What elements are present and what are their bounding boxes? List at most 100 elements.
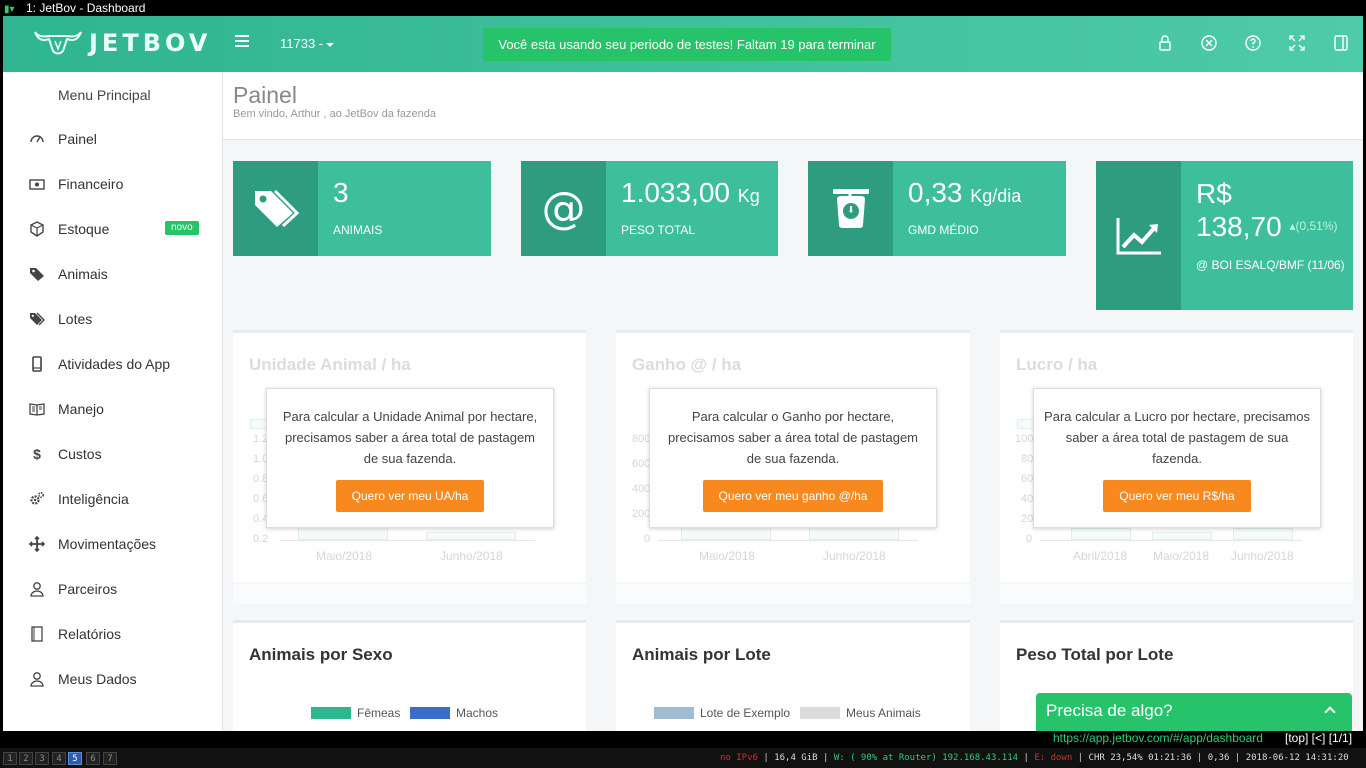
stat-peso-total[interactable]: @ 1.033,00 Kg PESO TOTAL: [521, 161, 778, 256]
legend-item[interactable]: Lote de Exemplo: [654, 706, 790, 720]
sidebar-heading: Menu Principal: [58, 87, 151, 103]
help-chat-widget[interactable]: Precisa de algo?: [1036, 693, 1352, 731]
stat-icon-box: [1096, 161, 1181, 310]
sidebar-item-movimentacoes[interactable]: Movimentações: [3, 521, 222, 566]
lock-icon[interactable]: [1156, 34, 1174, 52]
ghost-tick: 40: [1021, 493, 1034, 505]
stat-value: 1.033,00 Kg: [621, 177, 760, 209]
fullscreen-icon[interactable]: [1288, 34, 1306, 52]
sidebar-item-label: Financeiro: [58, 175, 124, 192]
report-icon: [31, 625, 43, 642]
ethernet-status: E: down: [1034, 753, 1073, 763]
legend-item[interactable]: Fêmeas: [311, 706, 400, 720]
sidebar-item-parceiros[interactable]: Parceiros: [3, 566, 222, 611]
panel-title: Unidade Animal / ha: [249, 355, 411, 374]
page-header: Painel Bem vindo, Arthur , ao JetBov da …: [223, 72, 1363, 140]
trial-notice: Você esta usando seu periodo de testes! …: [483, 28, 891, 61]
panel-animais-por-sexo: Animais por Sexo Fêmeas Machos: [233, 620, 586, 731]
ghost-axis: [1040, 540, 1302, 541]
dialog-message: Para calcular o Ganho por hectare, preci…: [667, 409, 919, 466]
panel-title: Ganho @ / ha: [632, 355, 742, 374]
close-circle-icon[interactable]: [1200, 34, 1218, 52]
view-lucro-ha-button[interactable]: Quero ver meu R$/ha: [1103, 480, 1251, 512]
ghost-tick: 100: [1015, 433, 1034, 445]
stat-label: PESO TOTAL: [621, 223, 696, 237]
ghost-tick: 80: [1021, 453, 1034, 465]
sidebar-item-painel[interactable]: Painel: [3, 116, 222, 161]
workspace-6[interactable]: 6: [86, 752, 100, 765]
sidebar-item-manejo[interactable]: Manejo: [3, 386, 222, 431]
scroll-indicator: [top] [<] [1/1]: [1285, 731, 1353, 745]
chevron-up-icon[interactable]: [1324, 706, 1336, 718]
workspace-7[interactable]: 7: [103, 752, 117, 765]
stat-animais[interactable]: 3 ANIMAIS: [233, 161, 491, 256]
sidebar-item-estoque[interactable]: Estoque novo: [3, 206, 222, 251]
top-navbar: JETBOV 11733 - Você esta usando seu peri…: [3, 16, 1363, 72]
brand-logo[interactable]: JETBOV: [33, 29, 211, 57]
sidebar-item-label: Painel: [58, 130, 97, 147]
ghost-tick: Junho/2018: [440, 549, 503, 563]
stat-number: 138,70: [1196, 211, 1282, 242]
stat-boi-esalq[interactable]: R$ 138,70 ▴(0,51%) @ BOI ESALQ/BMF (11/0…: [1096, 161, 1353, 310]
panel-title: Peso Total por Lote: [1016, 645, 1174, 664]
sidebar-item-label: Estoque: [58, 220, 110, 237]
workspace-2[interactable]: 2: [19, 752, 33, 765]
legend-item[interactable]: Machos: [410, 706, 498, 720]
menu-toggle-icon[interactable]: [235, 35, 249, 49]
workspace-3[interactable]: 3: [35, 752, 49, 765]
panel-title: Animais por Lote: [632, 645, 771, 664]
page-title: Painel: [233, 82, 297, 108]
legend-label: Fêmeas: [357, 706, 401, 720]
ghost-bar: [298, 526, 388, 540]
ghost-axis: [280, 540, 535, 541]
panel-lucro-ha: Lucro / ha 100 80 60 40 20 0 Abril/2018 …: [1000, 330, 1353, 582]
stat-unit: Kg: [737, 186, 760, 206]
line-chart-icon: [1116, 217, 1161, 254]
sidebar-item-custos[interactable]: $ Custos: [3, 431, 222, 476]
ghost-tick: Maio/2018: [1153, 549, 1210, 563]
sidebar-item-label: Atividades do App: [58, 355, 171, 372]
workspace-1[interactable]: 1: [3, 752, 17, 765]
legend-item[interactable]: Meus Animais: [800, 706, 921, 720]
sidebar-item-atividades-app[interactable]: Atividades do App: [3, 341, 222, 386]
current-url: https://app.jetbov.com/#/app/dashboard: [1053, 731, 1263, 745]
panel-footer: [233, 584, 586, 604]
workspace-4[interactable]: 4: [52, 752, 66, 765]
caret-down-icon: [326, 42, 335, 47]
sidebar-item-relatorios[interactable]: Relatórios: [3, 611, 222, 656]
stat-change-value: (0,51%): [1295, 219, 1338, 233]
tags-icon: [30, 312, 45, 325]
stat-gmd-medio[interactable]: 0,33 Kg/dia GMD MÉDIO: [808, 161, 1066, 256]
sidebar-item-label: Parceiros: [58, 580, 118, 597]
stat-currency: R$: [1196, 178, 1232, 209]
ghost-bar: [1233, 528, 1293, 540]
sidebar-item-label: Meus Dados: [58, 670, 137, 687]
sidebar-item-financeiro[interactable]: Financeiro: [3, 161, 222, 206]
stat-value: R$ 138,70 ▴(0,51%): [1196, 177, 1337, 243]
view-ua-ha-button[interactable]: Quero ver meu UA/ha: [335, 480, 485, 512]
sidebar-item-inteligencia[interactable]: Inteligência: [3, 476, 222, 521]
browser-status-line: https://app.jetbov.com/#/app/dashboard […: [0, 731, 1366, 747]
sidebar-toggle-icon[interactable]: [1332, 34, 1350, 52]
view-ganho-ha-button[interactable]: Quero ver meu ganho @/ha: [702, 480, 884, 512]
stat-change: ▴(0,51%): [1289, 219, 1337, 233]
stat-number: 0,33: [908, 177, 963, 208]
sidebar-item-meus-dados[interactable]: Meus Dados: [3, 656, 222, 701]
ghost-bar: [426, 532, 516, 540]
help-circle-icon[interactable]: [1244, 34, 1262, 52]
at-icon: @: [541, 183, 586, 234]
stat-icon-box: [808, 161, 893, 256]
sidebar-item-animais[interactable]: Animais: [3, 251, 222, 296]
jetbov-app: JETBOV 11733 - Você esta usando seu peri…: [3, 16, 1363, 731]
ghost-tick: Maio/2018: [316, 549, 373, 563]
stat-label: @ BOI ESALQ/BMF (11/06): [1196, 258, 1345, 272]
user-icon: [30, 671, 44, 687]
sidebar-item-lotes[interactable]: Lotes: [3, 296, 222, 341]
ghost-bar: [809, 526, 899, 540]
sidebar-item-label: Animais: [58, 265, 108, 282]
panel-title: Lucro / ha: [1016, 355, 1098, 374]
ghost-tick: 60: [1021, 473, 1034, 485]
ghost-tick: 0: [1026, 533, 1033, 545]
farm-selector[interactable]: 11733 -: [280, 36, 335, 51]
workspace-5[interactable]: 5: [68, 752, 82, 765]
